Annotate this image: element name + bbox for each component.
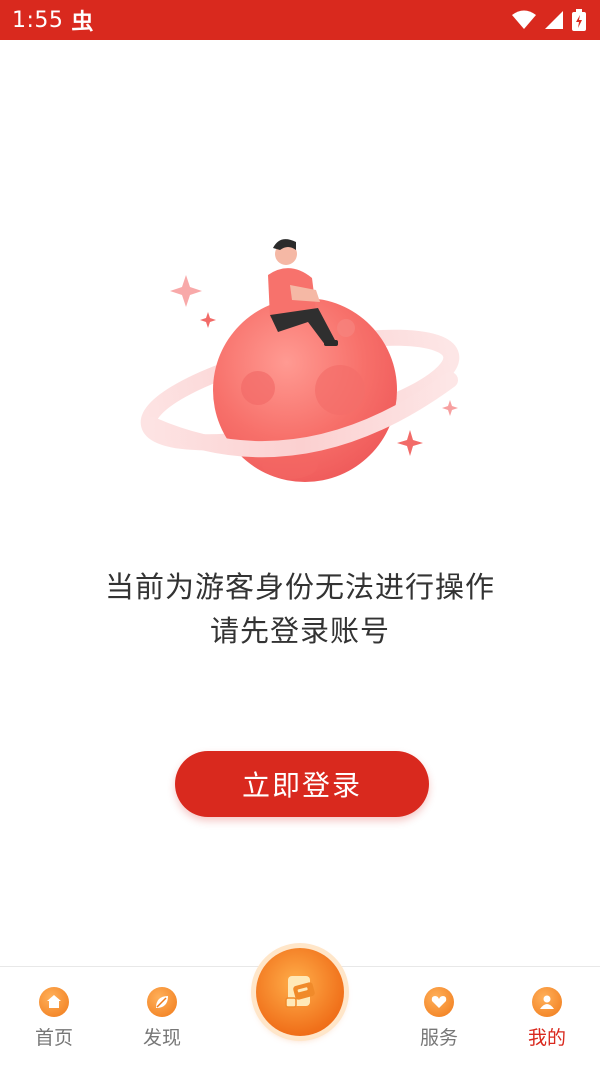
login-now-button[interactable]: 立即登录 [175, 751, 429, 817]
nav-item-service[interactable]: 服务 [394, 987, 484, 1050]
center-app-button[interactable] [256, 948, 344, 1036]
profile-icon [532, 987, 562, 1017]
bug-icon: 虫 [71, 10, 94, 35]
status-left: 1:55 虫 [12, 4, 93, 36]
nav-item-mine[interactable]: 我的 [502, 987, 592, 1050]
center-app-icon [285, 976, 315, 1008]
signal-icon [545, 11, 563, 29]
nav-label-discover: 发现 [142, 1027, 181, 1049]
heart-hand-icon [424, 987, 454, 1017]
message-line-2: 请先登录账号 [209, 614, 390, 648]
nav-item-discover[interactable]: 发现 [117, 987, 207, 1050]
leaf-icon [147, 987, 177, 1017]
guest-message: 当前为游客身份无法进行操作 请先登录账号 [0, 565, 600, 653]
battery-charging-icon [572, 9, 586, 31]
nav-item-home[interactable]: 首页 [9, 987, 99, 1050]
nav-label-home: 首页 [34, 1027, 73, 1049]
nav-label-mine: 我的 [527, 1027, 566, 1049]
home-icon [39, 987, 69, 1017]
status-right [512, 9, 586, 31]
nav-label-service: 服务 [419, 1027, 458, 1049]
wifi-icon [512, 10, 536, 29]
planet-illustration [140, 239, 460, 482]
status-bar: 1:55 虫 [0, 0, 600, 40]
status-time: 1:55 [12, 7, 64, 33]
message-line-1: 当前为游客身份无法进行操作 [104, 570, 495, 604]
